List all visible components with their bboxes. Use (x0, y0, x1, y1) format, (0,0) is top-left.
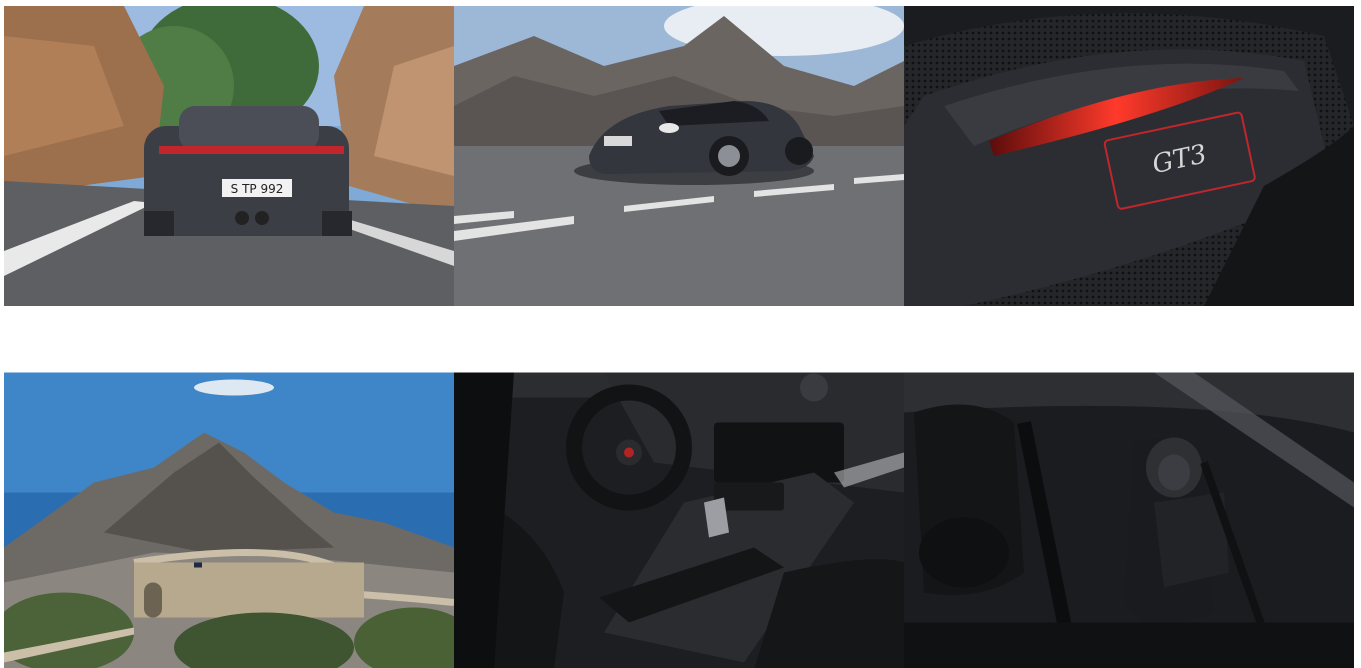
gallery-tile-3[interactable]: GT3 (904, 6, 1354, 306)
bridge (134, 562, 364, 618)
gallery-tile-5[interactable] (454, 371, 904, 668)
license-plate: S TP 992 (231, 182, 284, 196)
gallery-tile-1[interactable]: S TP 992 (4, 6, 454, 306)
gallery-tile-2[interactable] (454, 6, 904, 306)
infotainment-screen (714, 422, 844, 483)
gallery-tile-4[interactable] (4, 371, 454, 668)
coastal-mountain-road-photo (4, 372, 454, 668)
rear-view-mountain-road-photo: S TP 992 (4, 6, 454, 306)
interior-cockpit-photo (454, 372, 904, 668)
bucket-seats-interior-photo (904, 372, 1354, 668)
front-three-quarter-road-photo (454, 6, 904, 306)
gt3-badge-detail-photo: GT3 (904, 6, 1354, 306)
gallery-tile-6[interactable] (904, 371, 1354, 668)
